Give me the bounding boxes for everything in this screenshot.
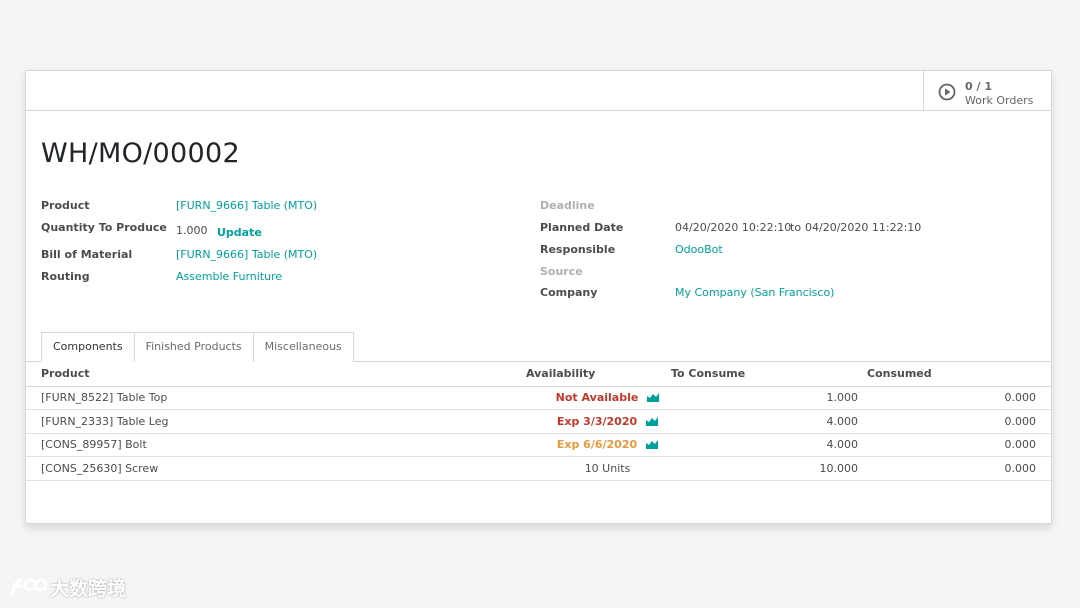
- table-row[interactable]: [CONS_25630] Screw 10 Units 10.000 0.000: [26, 456, 1051, 481]
- company-link[interactable]: My Company (San Francisco): [675, 286, 834, 299]
- header-availability[interactable]: Availability: [426, 362, 671, 387]
- play-circle-icon: [938, 83, 956, 101]
- row-availability-cell: 10 Units: [426, 456, 671, 481]
- quantity-value: 1.000: [176, 224, 208, 237]
- area-chart-icon[interactable]: [646, 439, 659, 450]
- tab-finished-products[interactable]: Finished Products: [133, 332, 254, 362]
- availability-status: 10 Units: [584, 461, 631, 475]
- row-availability-cell: Not Available: [426, 386, 671, 410]
- responsible-label: Responsible: [540, 243, 616, 256]
- planned-date-separator: to: [790, 221, 802, 234]
- work-orders-button[interactable]: 0 / 1 Work Orders: [923, 71, 1051, 111]
- watermark: 大数跨境: [10, 574, 126, 600]
- area-chart-icon[interactable]: [646, 416, 659, 426]
- row-availability-cell: Exp 6/6/2020: [426, 433, 671, 457]
- company-label: Company: [540, 286, 598, 299]
- area-chart-icon[interactable]: [647, 392, 660, 403]
- tab-components[interactable]: Components: [41, 332, 135, 362]
- row-to-consume[interactable]: 4.000: [671, 433, 867, 457]
- table-row[interactable]: [FURN_8522] Table Top Not Available 1.00…: [26, 386, 1051, 410]
- work-orders-count: 0 / 1: [965, 80, 992, 93]
- routing-label: Routing: [41, 270, 90, 283]
- planned-date-start[interactable]: 04/20/2020 10:22:10: [675, 221, 791, 234]
- product-link[interactable]: [FURN_9666] Table (MTO): [176, 199, 317, 212]
- row-product: [FURN_2333] Table Leg: [26, 409, 426, 434]
- bom-label: Bill of Material: [41, 248, 133, 261]
- notebook-tabs: Components Finished Products Miscellaneo…: [41, 332, 354, 362]
- components-table: Product Availability To Consume Consumed…: [26, 362, 1051, 481]
- planned-date-label: Planned Date: [540, 221, 624, 234]
- header-to-consume[interactable]: To Consume: [671, 362, 867, 387]
- row-to-consume[interactable]: 10.000: [671, 456, 867, 481]
- row-product: [CONS_89957] Bolt: [26, 433, 426, 457]
- product-label: Product: [41, 199, 90, 212]
- form-sheet: 0 / 1 Work Orders WH/MO/00002 Product [F…: [25, 70, 1052, 524]
- deadline-label: Deadline: [540, 199, 595, 212]
- row-consumed[interactable]: 0.000: [867, 409, 1051, 434]
- work-orders-label: Work Orders: [965, 94, 1034, 107]
- source-label: Source: [540, 265, 583, 278]
- availability-status: Exp 3/3/2020: [556, 414, 638, 428]
- row-to-consume[interactable]: 1.000: [671, 386, 867, 410]
- row-consumed[interactable]: 0.000: [867, 456, 1051, 481]
- availability-status: Not Available: [555, 391, 639, 405]
- table-row[interactable]: [FURN_2333] Table Leg Exp 3/3/2020 4.000…: [26, 409, 1051, 434]
- update-quantity-button[interactable]: Update: [217, 226, 262, 239]
- row-consumed[interactable]: 0.000: [867, 433, 1051, 457]
- planned-date-end[interactable]: 04/20/2020 11:22:10: [805, 221, 921, 234]
- availability-status: Exp 6/6/2020: [556, 438, 638, 452]
- table-header-row: Product Availability To Consume Consumed: [26, 362, 1051, 387]
- tab-miscellaneous[interactable]: Miscellaneous: [252, 332, 354, 362]
- routing-link[interactable]: Assemble Furniture: [176, 270, 282, 283]
- table-row[interactable]: [CONS_89957] Bolt Exp 6/6/2020 4.000 0.0…: [26, 433, 1051, 457]
- record-title: WH/MO/00002: [41, 138, 240, 169]
- button-box: 0 / 1 Work Orders: [26, 71, 1051, 111]
- row-product: [CONS_25630] Screw: [26, 456, 426, 481]
- watermark-logo-icon: [11, 578, 48, 596]
- row-consumed[interactable]: 0.000: [867, 386, 1051, 410]
- watermark-text: 大数跨境: [50, 577, 127, 600]
- header-product[interactable]: Product: [26, 362, 426, 387]
- quantity-label: Quantity To Produce: [41, 221, 167, 234]
- header-consumed[interactable]: Consumed: [867, 362, 1051, 387]
- row-availability-cell: Exp 3/3/2020: [426, 409, 671, 434]
- bom-link[interactable]: [FURN_9666] Table (MTO): [176, 248, 317, 261]
- row-to-consume[interactable]: 4.000: [671, 409, 867, 434]
- responsible-link[interactable]: OdooBot: [675, 243, 723, 256]
- row-product: [FURN_8522] Table Top: [26, 386, 426, 410]
